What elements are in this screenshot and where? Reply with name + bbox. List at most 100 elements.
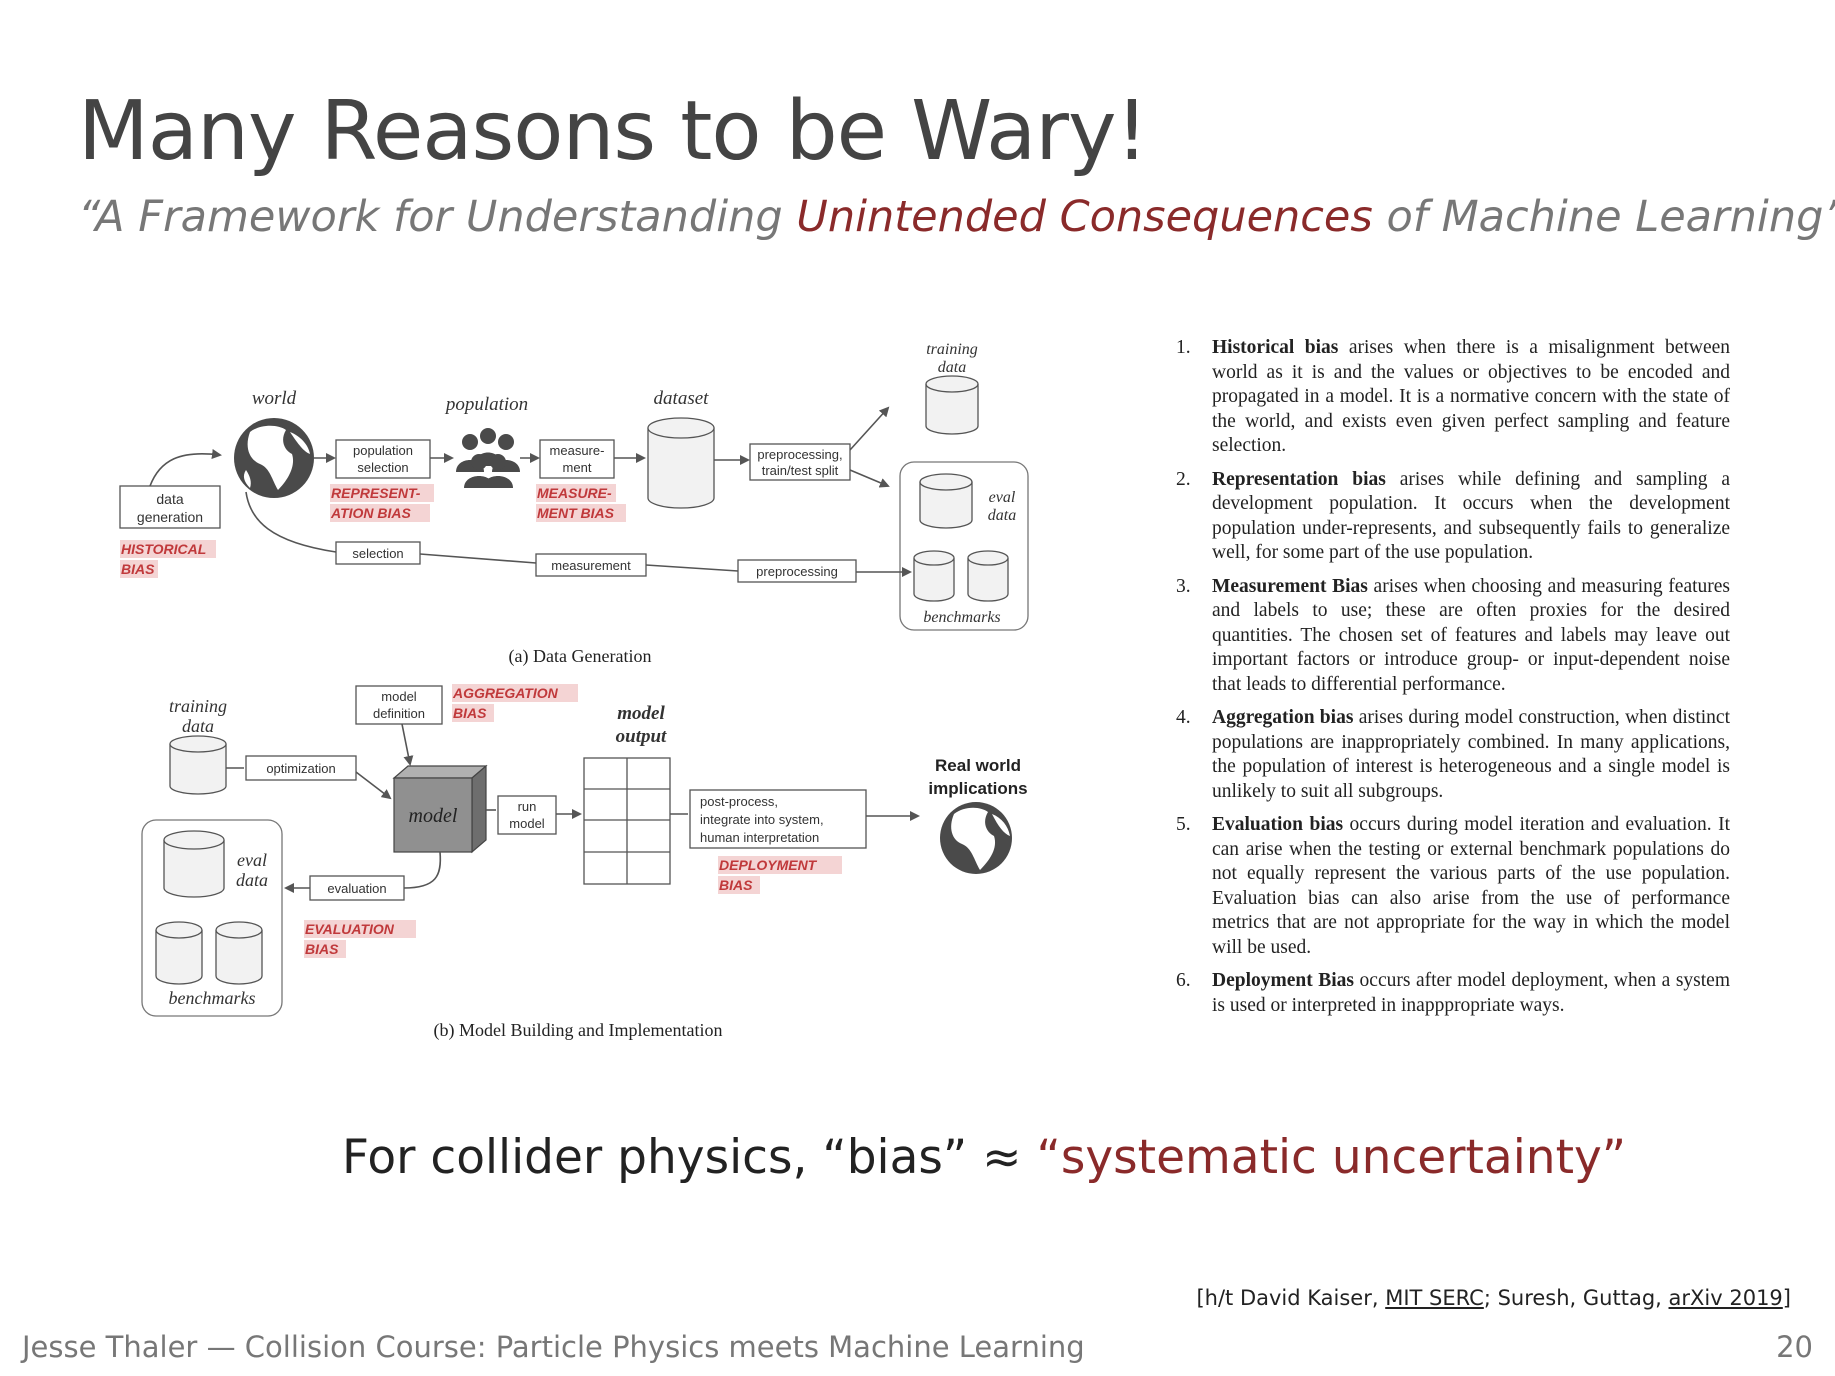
- bias-list-item: 4. Aggregation bias arises during model c…: [1176, 706, 1730, 804]
- representation-bias-label-2: ATION BIAS: [330, 505, 412, 521]
- caption-b: (b) Model Building and Implementation: [434, 1020, 723, 1041]
- benchmarks-b-label: benchmarks: [169, 988, 256, 1008]
- training-data-b-label-2: data: [182, 716, 214, 736]
- population-selection-label-1: population: [353, 443, 413, 458]
- representation-bias-label-1: REPRESENT-: [331, 485, 421, 501]
- benchmark-b-cylinder-icon-2: [215, 921, 263, 985]
- citation-part-2: ; Suresh, Guttag,: [1483, 1286, 1669, 1310]
- model-output-label-2: output: [616, 726, 667, 747]
- evaluation-bias-label-2: BIAS: [305, 941, 339, 957]
- real-world-label-2: implications: [928, 779, 1027, 798]
- bias-term: Representation bias: [1212, 468, 1386, 490]
- bias-list-item: 2. Representation bias arises while defin…: [1176, 468, 1730, 566]
- run-model-label-2: model: [509, 816, 545, 831]
- eval-data-b-label-2: data: [236, 870, 268, 890]
- slide-subtitle: “A Framework for Understanding Unintende…: [78, 192, 1835, 242]
- training-data-b-label-1: training: [169, 696, 227, 716]
- measurement-box-label-1: measure-: [550, 443, 605, 458]
- population-people-icon: [456, 428, 520, 488]
- data-generation-label-1: data: [156, 491, 183, 507]
- deployment-bias-label-2: BIAS: [719, 877, 753, 893]
- bias-term: Historical bias: [1212, 337, 1339, 358]
- post-process-label-2: integrate into system,: [700, 812, 824, 827]
- bias-list-item: 1. Historical bias arises when there is a…: [1176, 336, 1730, 459]
- bias-list-number: 5.: [1176, 814, 1191, 835]
- citation-part-1: [h/t David Kaiser,: [1196, 1286, 1386, 1310]
- aggregation-bias-label-1: AGGREGATION: [452, 685, 559, 701]
- bias-list-number: 2.: [1176, 468, 1191, 490]
- bias-list-number: 4.: [1176, 707, 1191, 728]
- bias-term: Measurement Bias: [1212, 575, 1368, 597]
- measurement-path-label: measurement: [551, 558, 631, 573]
- optimization-label: optimization: [266, 761, 335, 776]
- bias-term: Evaluation bias: [1212, 814, 1344, 835]
- slide-footer: Jesse Thaler — Collision Course: Particl…: [22, 1330, 1085, 1364]
- model-label: model: [409, 805, 458, 827]
- selection-label: selection: [352, 546, 403, 561]
- preprocessing-split-label-2: train/test split: [762, 463, 839, 478]
- subtitle-highlight: Unintended Consequences: [796, 192, 1373, 242]
- benchmark-b-cylinder-icon-1: [155, 921, 203, 985]
- bias-list-number: 3.: [1176, 575, 1191, 597]
- takeaway-statement: For collider physics, “bias” ≈ “systemat…: [342, 1130, 1626, 1185]
- mit-serc-link[interactable]: MIT SERC: [1385, 1286, 1484, 1310]
- post-process-label-3: human interpretation: [700, 830, 819, 845]
- real-world-label-1: Real world: [935, 756, 1021, 775]
- preprocessing-label: preprocessing: [756, 564, 838, 579]
- citation: [h/t David Kaiser, MIT SERC; Suresh, Gut…: [1196, 1286, 1791, 1310]
- subtitle-suffix: of Machine Learning”: [1372, 192, 1835, 242]
- dataset-label: dataset: [654, 388, 710, 409]
- model-building-diagram: training data model definition AGGREGATI…: [141, 684, 1028, 1041]
- subtitle-prefix: “A Framework for Understanding: [78, 192, 797, 242]
- eval-data-a-cylinder-icon: [919, 473, 973, 529]
- training-data-a-label-1: training: [926, 341, 978, 358]
- bias-list-item: 5. Evaluation bias occurs during model it…: [1176, 813, 1730, 960]
- takeaway-prefix: For collider physics, “bias” ≈: [342, 1130, 1037, 1185]
- real-world-globe-icon: [940, 802, 1012, 874]
- historical-bias-label-1: HISTORICAL: [121, 541, 206, 557]
- benchmark-a-cylinder-icon-2: [967, 550, 1009, 602]
- training-data-a-label-2: data: [938, 359, 966, 376]
- slide-title: Many Reasons to be Wary!: [78, 84, 1148, 179]
- run-model-label-1: run: [518, 799, 537, 814]
- measurement-box-label-2: ment: [563, 460, 592, 475]
- bias-term: Aggregation bias: [1212, 707, 1354, 728]
- historical-bias-label-2: BIAS: [121, 561, 155, 577]
- page-number: 20: [1776, 1330, 1813, 1364]
- data-generation-diagram: data generation HISTORICAL BIAS world po…: [119, 341, 1029, 667]
- bias-list-number: 6.: [1176, 970, 1191, 991]
- measurement-bias-label-1: MEASURE-: [537, 485, 612, 501]
- population-selection-label-2: selection: [357, 460, 408, 475]
- bias-description: occurs during model iteration and evalua…: [1212, 814, 1730, 958]
- deployment-bias-label-1: DEPLOYMENT: [719, 857, 818, 873]
- citation-part-3: ]: [1782, 1286, 1791, 1310]
- population-label: population: [444, 394, 528, 415]
- world-label: world: [252, 388, 297, 409]
- arxiv-link[interactable]: arXiv 2019: [1669, 1286, 1783, 1310]
- training-data-b-cylinder-icon: [169, 735, 227, 795]
- model-output-grid: [583, 757, 671, 885]
- eval-data-b-cylinder-icon: [163, 830, 225, 898]
- model-definition-label-2: definition: [373, 706, 425, 721]
- takeaway-highlight: “systematic uncertainty”: [1036, 1130, 1627, 1185]
- eval-data-b-label-1: eval: [237, 850, 267, 870]
- evaluation-bias-label-1: EVALUATION: [305, 921, 395, 937]
- bias-list-number: 1.: [1176, 337, 1191, 358]
- benchmarks-a-label: benchmarks: [923, 609, 1000, 626]
- bias-list-item: 3. Measurement Bias arises when choosing …: [1176, 575, 1730, 698]
- aggregation-bias-label-2: BIAS: [453, 705, 487, 721]
- bias-list-item: 6. Deployment Bias occurs after model dep…: [1176, 969, 1730, 1018]
- model-definition-label-1: model: [381, 689, 417, 704]
- training-data-a-cylinder-icon: [925, 375, 979, 435]
- data-generation-label-2: generation: [137, 509, 203, 525]
- benchmark-a-cylinder-icon-1: [913, 550, 955, 602]
- bias-term: Deployment Bias: [1212, 970, 1355, 991]
- model-output-label-1: model: [617, 703, 665, 724]
- bias-framework-diagram: data generation HISTORICAL BIAS world po…: [119, 341, 1029, 1041]
- caption-a: (a) Data Generation: [509, 646, 652, 667]
- dataset-cylinder-icon: [647, 417, 715, 509]
- post-process-label-1: post-process,: [700, 794, 778, 809]
- evaluation-label: evaluation: [327, 881, 386, 896]
- eval-data-a-label-2: data: [988, 507, 1016, 524]
- world-globe-icon: [234, 418, 314, 498]
